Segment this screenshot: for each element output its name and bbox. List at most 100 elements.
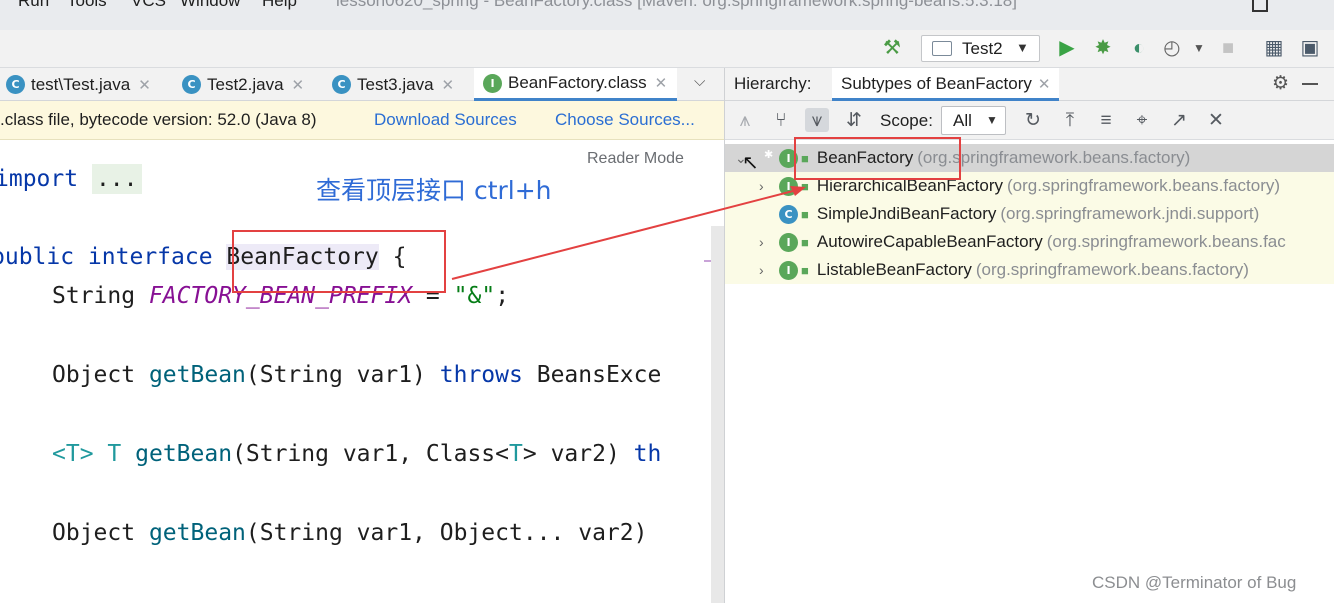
params: (String var1, Object... var2) [245,520,648,546]
tab-label: BeanFactory.class [508,73,647,92]
bytecode-notice: .class file, bytecode version: 52.0 (Jav… [0,110,317,129]
project-structure-icon[interactable]: ▦ [1262,36,1286,60]
window-restore-icon[interactable] [1252,0,1268,12]
chevron-right-icon[interactable]: › [759,234,779,250]
layout-icon[interactable]: ▣ [1298,36,1322,60]
code-line-method-2: <T> T getBean(String var1, Class<T> var2… [52,441,661,477]
close-icon[interactable]: ✕ [292,76,305,94]
keyword: public interface [0,244,213,270]
choose-sources-link[interactable]: Choose Sources... [555,110,695,130]
params: > var2) [522,441,620,467]
tree-node-simplejndi[interactable]: C ■ SimpleJndiBeanFactory (org.springfra… [779,200,1259,228]
params: (String var1) [245,362,426,388]
refresh-icon[interactable]: ↻ [1021,108,1045,132]
tab-test3-java[interactable]: C Test3.java ✕ [332,68,454,101]
mouse-cursor-icon: ↖ [742,152,759,174]
decompiled-notice-bar: .class file, bytecode version: 52.0 (Jav… [0,101,724,140]
method-name: getBean [148,520,246,546]
exception-type: BeansExce [536,362,662,388]
close-icon[interactable]: ✕ [442,76,455,94]
navigate-up-icon[interactable]: ⤒ [1058,108,1082,132]
menu-vcs[interactable]: VCS [131,0,166,11]
generic-param: <T> [52,441,94,467]
keyword: throws [439,362,523,388]
hierarchy-title: Hierarchy: [734,74,812,93]
build-hammer-icon[interactable]: ⚒ [880,36,904,60]
expand-all-icon[interactable]: ≡ [1094,108,1118,132]
type: T [107,441,122,467]
scroll-marker [704,260,711,262]
menu-run[interactable]: Run [18,0,49,11]
close-icon[interactable]: ✕ [655,74,668,92]
scope-select[interactable]: All ▼ [941,106,1006,135]
highlight-box [232,230,446,293]
tree-node-name: AutowireCapableBeanFactory [816,232,1043,251]
tree-node-package: (org.springframework.jndi.support) [1000,204,1260,223]
class-icon: C [332,75,351,94]
chevron-right-icon[interactable]: › [759,262,779,278]
pin-icon[interactable]: ⌖ [1130,108,1154,132]
hierarchy-header: Hierarchy: Subtypes of BeanFactory ✕ ⚙ [725,68,1334,101]
minimize-icon[interactable] [1302,83,1318,85]
tab-beanfactory-class[interactable]: I BeanFactory.class ✕ [474,68,678,101]
gear-icon[interactable]: ⚙ [1272,72,1289,95]
close-icon[interactable]: ✕ [1204,108,1228,132]
tab-label: Subtypes of BeanFactory [841,74,1032,93]
stop-icon[interactable]: ■ [1216,36,1240,60]
code-line-import: import ... [0,164,142,202]
tree-node-package: (org.springframework.beans.factory) [1007,176,1281,195]
profiler-icon[interactable]: ◴ [1160,36,1184,60]
interface-icon: I [779,260,798,280]
scope-value: All [953,111,972,130]
tab-test-java[interactable]: C test\Test.java ✕ [6,68,151,101]
run-config-icon [932,41,952,56]
tab-label: Test2.java [207,74,284,94]
window-title: lesson0620_spring - BeanFactory.class [M… [336,0,1017,10]
editor-scrollbar[interactable] [711,226,724,603]
chevron-down-icon: ▼ [1016,40,1029,55]
type: Object [52,520,136,546]
tree-node-name: SimpleJndiBeanFactory [816,204,997,223]
chevron-right-icon[interactable]: › [759,178,779,194]
run-config-select[interactable]: Test2 ▼ [921,35,1040,62]
menu-tools[interactable]: Tools [67,0,107,11]
profiler-dropdown-icon[interactable]: ▼ [1187,36,1211,60]
reader-mode-toggle[interactable]: Reader Mode [587,150,684,168]
interface-icon: I [483,73,502,93]
type-hierarchy-icon[interactable]: ⩚ [733,108,757,132]
menu-help[interactable]: Help [262,0,297,11]
tree-node-name: ListableBeanFactory [816,260,972,279]
string-literal: "&" [453,283,496,309]
coverage-icon[interactable]: ◐ [1127,36,1151,60]
menu-window[interactable]: Window [180,0,240,11]
code-line-method-3: Object getBean(String var1, Object... va… [52,520,647,556]
params: (String var1, Class< [232,441,510,467]
run-icon[interactable]: ▶ [1055,36,1079,60]
code-editor[interactable]: Reader Mode import ... 查看顶层接口 ctrl+h pub… [0,140,711,603]
chevron-down-icon[interactable]: ⌵ [694,73,705,90]
close-icon[interactable]: ✕ [138,76,151,94]
debug-icon[interactable]: ✸ [1091,36,1115,60]
supertypes-icon[interactable]: ⑂ [769,108,793,132]
download-sources-link[interactable]: Download Sources [374,110,517,130]
interface-icon: I [779,232,798,252]
tree-node-listable[interactable]: › I ■ ListableBeanFactory (org.springfra… [759,256,1249,284]
folded-imports[interactable]: ... [91,164,142,194]
type: Object [52,362,136,388]
keyword: th [633,441,662,467]
lock-icon: ■ [801,178,809,194]
export-icon[interactable]: ↗ [1167,108,1191,132]
tree-node-autowire[interactable]: › I ■ AutowireCapableBeanFactory (org.sp… [759,228,1286,256]
scope-label: Scope: [880,111,933,130]
type: T [509,441,523,467]
tree-node-package: (org.springframework.beans.factory) [975,260,1249,279]
method-name: getBean [135,441,233,467]
sort-alphabetically-icon[interactable]: ⇵ [842,108,866,132]
tab-test2-java[interactable]: C Test2.java ✕ [182,68,304,101]
close-icon[interactable]: ✕ [1038,76,1051,93]
subtypes-icon[interactable]: ⩛ [805,108,829,132]
highlight-box [794,137,961,180]
tab-subtypes[interactable]: Subtypes of BeanFactory ✕ [832,68,1060,101]
chevron-down-icon: ▼ [986,113,998,127]
code-line-method-1: Object getBean(String var1) throws Beans… [52,362,661,398]
